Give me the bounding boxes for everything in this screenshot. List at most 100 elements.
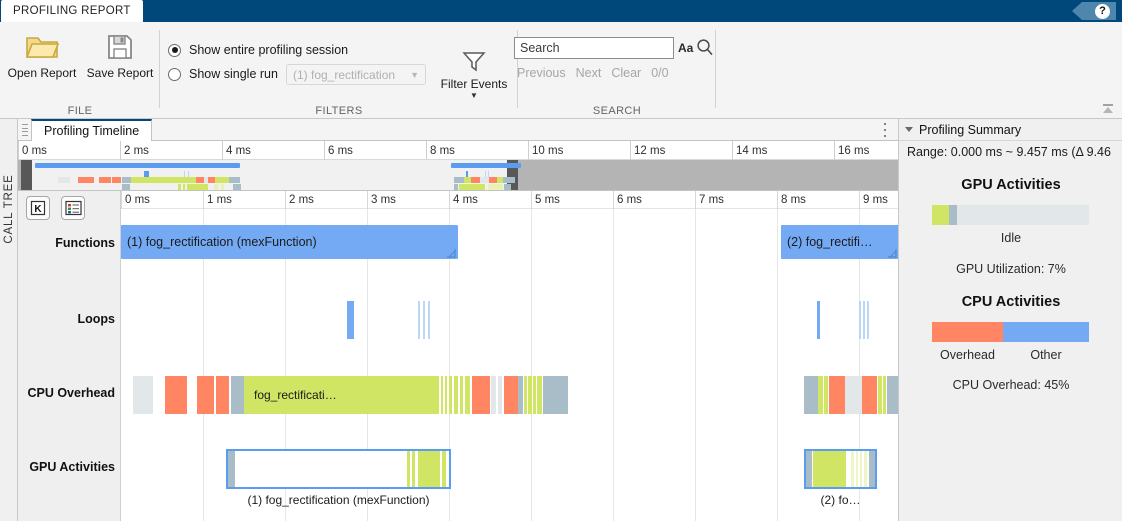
save-report-button[interactable]: Save Report: [81, 28, 159, 96]
filter-events-label: Filter Events: [440, 77, 508, 91]
overview-tick: 4 ms: [222, 141, 251, 160]
ribbon-group-search: Aa Previous Next Clear 0/0 SEARCH: [514, 22, 716, 119]
kernel-view-button[interactable]: K: [26, 196, 50, 220]
cpu-segment[interactable]: [824, 376, 828, 414]
function-event-2[interactable]: (2) fog_rectifi…: [781, 225, 898, 259]
search-previous-button[interactable]: Previous: [517, 66, 566, 80]
cpu-segment[interactable]: [878, 376, 882, 414]
cpu-segment[interactable]: [441, 376, 443, 414]
gpu-event-2-caption: (2) fo…: [820, 493, 861, 507]
overview-cpu-seg: [78, 177, 94, 183]
run-select[interactable]: (1) fog_rectification ▼: [286, 64, 426, 85]
loop-event[interactable]: [423, 301, 425, 339]
radio-single-label: Show single run: [189, 67, 278, 81]
cpu-segment[interactable]: [472, 376, 490, 414]
cpu-segment[interactable]: [524, 376, 527, 414]
cpu-segment[interactable]: [449, 376, 452, 414]
track-canvas[interactable]: 0 ms 1 ms 2 ms 3 ms 4 ms 5 ms 6 ms 7 ms …: [121, 191, 898, 521]
loop-event[interactable]: [418, 301, 420, 339]
open-report-button[interactable]: Open Report: [3, 28, 81, 96]
function-event-1[interactable]: (1) fog_rectification (mexFunction): [121, 225, 458, 259]
cpu-segment[interactable]: [829, 376, 845, 414]
cpu-segment[interactable]: [883, 376, 886, 414]
cpu-segment[interactable]: [133, 376, 153, 414]
tab-profiling-report[interactable]: PROFILING REPORT: [1, 0, 143, 22]
overview-cpu-seg: [208, 177, 215, 183]
collapse-caret-icon[interactable]: [905, 127, 913, 132]
cpu-segment[interactable]: [197, 376, 214, 414]
filter-events-button[interactable]: Filter Events ▼: [438, 50, 510, 100]
loop-event[interactable]: [428, 301, 430, 339]
drag-grip-icon[interactable]: [22, 124, 28, 136]
cpu-segment[interactable]: [498, 376, 502, 414]
radio-show-single-run[interactable]: Show single run: [168, 67, 278, 81]
cpu-segment[interactable]: [460, 376, 463, 414]
search-clear-button[interactable]: Clear: [611, 66, 641, 80]
timeline-tick: 9 ms: [859, 191, 888, 209]
loop-event[interactable]: [817, 301, 820, 339]
cpu-segment[interactable]: [533, 376, 536, 414]
gpu-sub-segment: [813, 451, 846, 487]
legend-view-button[interactable]: [61, 196, 85, 220]
cpu-segment[interactable]: [537, 376, 542, 414]
overview-cpu-seg: [112, 177, 121, 183]
floppy-disk-icon: [106, 28, 134, 66]
timeline-tick: 0 ms: [121, 191, 150, 209]
radio-show-entire-session[interactable]: Show entire profiling session: [168, 43, 348, 57]
overflow-menu-icon[interactable]: [879, 123, 891, 137]
overview-ruler: 0 ms 2 ms 4 ms 6 ms 8 ms 10 ms 12 ms 14 …: [18, 141, 898, 160]
summary-title: Profiling Summary: [919, 122, 1022, 137]
help-button[interactable]: ?: [1072, 2, 1116, 20]
timeline-tick: 5 ms: [531, 191, 560, 209]
cpu-segment[interactable]: [465, 376, 470, 414]
cpu-segment[interactable]: [231, 376, 244, 414]
radio-single-indicator[interactable]: [168, 67, 181, 81]
loop-event[interactable]: [863, 301, 865, 339]
call-tree-rail[interactable]: CALL TREE: [0, 119, 18, 521]
open-report-label: Open Report: [7, 66, 77, 80]
collapse-ribbon-button[interactable]: [1100, 102, 1116, 116]
gridline: [777, 209, 778, 521]
cpu-segment[interactable]: [491, 376, 496, 414]
cpu-segment[interactable]: [543, 376, 568, 414]
svg-text:K: K: [34, 204, 42, 215]
filter-events-caret-icon: ▼: [470, 91, 478, 100]
gpu-utilization-note: GPU Utilization: 7%: [956, 262, 1066, 276]
search-next-button[interactable]: Next: [576, 66, 602, 80]
overview-handle-left[interactable]: [21, 160, 32, 190]
summary-header: Profiling Summary: [899, 119, 1122, 141]
cpu-segment[interactable]: [804, 376, 818, 414]
cpu-segment[interactable]: [445, 376, 447, 414]
overview-cpu-seg: [229, 177, 240, 183]
timeline-tick: 4 ms: [449, 191, 478, 209]
cpu-segment[interactable]: [845, 376, 862, 414]
tab-profiling-timeline[interactable]: Profiling Timeline: [31, 119, 153, 141]
loop-event[interactable]: [867, 301, 869, 339]
cpu-segment[interactable]: [818, 376, 823, 414]
gridline: [695, 209, 696, 521]
ribbon-divider-3: [715, 30, 716, 108]
cpu-segment[interactable]: [216, 376, 229, 414]
search-input[interactable]: [514, 37, 674, 59]
overview-strip[interactable]: [18, 160, 898, 190]
overview-cpu-seg: [122, 177, 131, 183]
gridline: [613, 209, 614, 521]
gpu-event-2[interactable]: [804, 449, 877, 489]
gpu-event-1[interactable]: [226, 449, 451, 489]
search-match-count: 0/0: [651, 66, 669, 80]
search-icon[interactable]: [696, 38, 714, 59]
cpu-segment[interactable]: [518, 376, 523, 414]
match-case-button[interactable]: Aa: [678, 41, 693, 55]
cpu-segment[interactable]: [887, 376, 898, 414]
cpu-bar-other-label: Other: [1030, 348, 1062, 362]
cpu-segment[interactable]: [504, 376, 518, 414]
cpu-segment[interactable]: [528, 376, 532, 414]
cpu-segment[interactable]: [454, 376, 458, 414]
loop-event[interactable]: [347, 301, 354, 339]
cpu-segment[interactable]: [165, 376, 187, 414]
loop-event[interactable]: [859, 301, 861, 339]
timeline-tick: 3 ms: [367, 191, 396, 209]
radio-entire-indicator[interactable]: [168, 43, 181, 57]
overview-cpu-seg: [215, 177, 229, 183]
cpu-segment[interactable]: [862, 376, 877, 414]
